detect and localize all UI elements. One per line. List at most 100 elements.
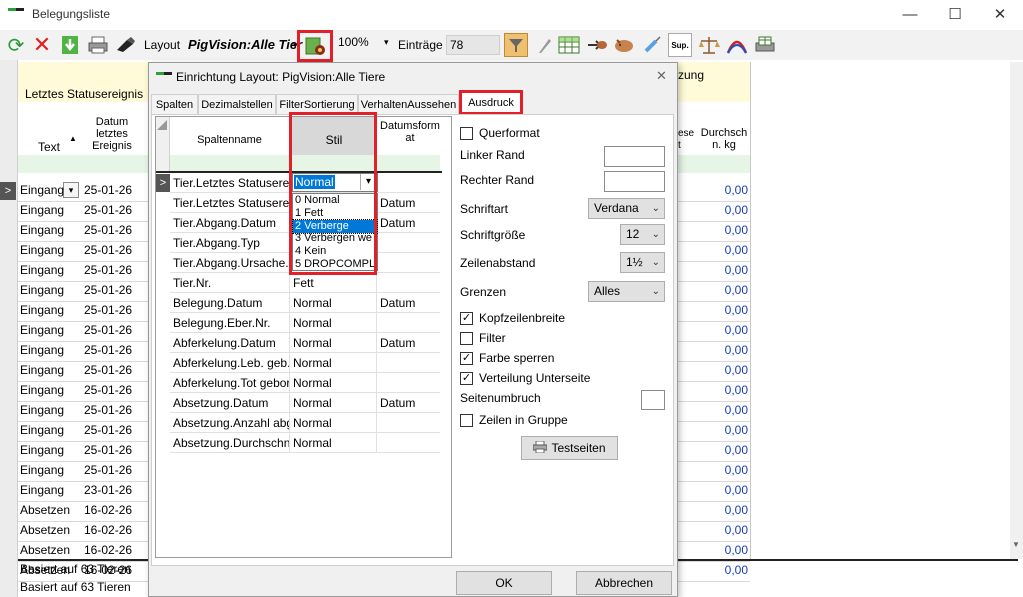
ok-button[interactable]: OK: [456, 571, 552, 595]
grid-cell-name[interactable]: Tier.Letztes Statusereignis: [170, 173, 290, 193]
column-header-ese[interactable]: ese t: [678, 128, 696, 152]
grid-cell-name[interactable]: Tier.Letztes Statusereignis: [170, 193, 290, 213]
filter-icon[interactable]: [504, 33, 528, 57]
grid-cell-datefmt[interactable]: [377, 413, 440, 433]
zeilen-gruppe-checkbox[interactable]: [460, 414, 473, 427]
grid-cell-datefmt[interactable]: Datum: [377, 333, 440, 353]
farbe-sperren-checkbox[interactable]: ✓: [460, 352, 473, 365]
pen-icon[interactable]: [532, 33, 556, 57]
zoom-select[interactable]: 100%: [338, 35, 369, 49]
pig-arrow-icon[interactable]: [585, 33, 609, 57]
grid-cell-style[interactable]: Normal: [290, 313, 377, 333]
schriftgroesse-select[interactable]: 12 ⌄: [620, 224, 665, 245]
layout-setup-icon[interactable]: [303, 33, 327, 57]
row-text[interactable]: Absetzen: [20, 523, 70, 537]
filter-checkbox[interactable]: [460, 332, 473, 345]
row-combo-chevron-down-icon[interactable]: ▾: [63, 182, 79, 198]
row-value[interactable]: 0,00: [698, 243, 748, 257]
grid-cell-datefmt[interactable]: Datum: [377, 393, 440, 413]
row-date[interactable]: 25-01-26: [84, 323, 132, 337]
grid-cell-datefmt[interactable]: [377, 173, 440, 193]
grid-cell-name[interactable]: Abferkelung.Tot geboren: [170, 373, 290, 393]
row-date[interactable]: 25-01-26: [84, 243, 132, 257]
row-value[interactable]: 0,00: [698, 263, 748, 277]
print-table-icon[interactable]: [753, 33, 777, 57]
kopfzeilenbreite-checkbox[interactable]: ✓: [460, 312, 473, 325]
minimize-button[interactable]: —: [895, 4, 925, 26]
layout-select[interactable]: PigVision:Alle Tier: [188, 37, 302, 52]
seitenumbruch-input[interactable]: [641, 390, 665, 410]
row-value[interactable]: 0,00: [698, 523, 748, 537]
grid-cell-datefmt[interactable]: Datum: [377, 213, 440, 233]
rechter-rand-input[interactable]: [604, 171, 665, 192]
grid-cell-style[interactable]: Normal: [290, 293, 377, 313]
row-value[interactable]: 0,00: [698, 363, 748, 377]
cancel-button[interactable]: Abbrechen: [576, 571, 672, 595]
download-icon[interactable]: [58, 33, 82, 57]
grid-row[interactable]: Belegung.Datum Normal Datum: [170, 293, 440, 313]
vertical-scrollbar[interactable]: [1010, 62, 1023, 559]
grid-cell-style[interactable]: Normal: [290, 413, 377, 433]
grenzen-select[interactable]: Alles ⌄: [588, 281, 665, 302]
row-value[interactable]: 0,00: [698, 283, 748, 297]
row-date[interactable]: 25-01-26: [84, 463, 132, 477]
row-text[interactable]: Absetzen: [20, 503, 70, 517]
grid-cell-name[interactable]: Tier.Abgang.Typ: [170, 233, 290, 253]
row-date[interactable]: 25-01-26: [84, 183, 132, 197]
row-value[interactable]: 0,00: [698, 323, 748, 337]
row-text[interactable]: Eingang: [20, 303, 64, 317]
grid-cell-datefmt[interactable]: [377, 253, 440, 273]
zoom-chevron-down-icon[interactable]: ▾: [384, 37, 389, 48]
row-date[interactable]: 25-01-26: [84, 403, 132, 417]
row-date[interactable]: 16-02-26: [84, 503, 132, 517]
schriftart-select[interactable]: Verdana ⌄: [588, 198, 665, 219]
row-value[interactable]: 0,00: [698, 423, 748, 437]
row-date[interactable]: 16-02-26: [84, 543, 132, 557]
row-text[interactable]: Eingang: [20, 203, 64, 217]
grid-cell-style[interactable]: Normal: [290, 353, 377, 373]
testseiten-button[interactable]: Testseiten: [521, 436, 618, 460]
delete-icon[interactable]: ✕: [30, 32, 54, 57]
print-icon[interactable]: [86, 33, 110, 57]
row-value[interactable]: 0,00: [698, 383, 748, 397]
row-date[interactable]: 25-01-26: [84, 203, 132, 217]
row-value[interactable]: 0,00: [698, 443, 748, 457]
row-value[interactable]: 0,00: [698, 503, 748, 517]
grid-cell-datefmt[interactable]: [377, 433, 440, 453]
row-date[interactable]: 25-01-26: [84, 443, 132, 457]
row-text[interactable]: Eingang: [20, 443, 64, 457]
grid-cell-style[interactable]: Fett: [290, 273, 377, 293]
grid-row[interactable]: Abferkelung.Leb. geb. Normal: [170, 353, 440, 373]
grid-cell-datefmt[interactable]: Datum: [377, 293, 440, 313]
grid-cell-name[interactable]: Tier.Nr.: [170, 273, 290, 293]
column-header-date[interactable]: Datum letztes Ereignis: [88, 116, 136, 152]
row-date[interactable]: 25-01-26: [84, 383, 132, 397]
grid-cell-style[interactable]: Normal: [290, 393, 377, 413]
row-text[interactable]: Eingang: [20, 423, 64, 437]
row-date[interactable]: 25-01-26: [84, 303, 132, 317]
querformat-checkbox[interactable]: [460, 127, 473, 140]
grid-row[interactable]: Absetzung.Anzahl abgesetztNormal: [170, 413, 440, 433]
grid-cell-name[interactable]: Belegung.Eber.Nr.: [170, 313, 290, 333]
grid-cell-style[interactable]: Normal: [290, 433, 377, 453]
row-text[interactable]: Eingang: [20, 243, 64, 257]
pig-icon[interactable]: [612, 33, 636, 57]
grid-cell-datefmt[interactable]: [377, 353, 440, 373]
scroll-down-icon[interactable]: ▼: [1012, 540, 1021, 552]
grid-row[interactable]: Abferkelung.Datum Normal Datum: [170, 333, 440, 353]
row-date[interactable]: 25-01-26: [84, 223, 132, 237]
sup-icon[interactable]: Sup.: [668, 33, 692, 57]
row-text[interactable]: Eingang: [20, 263, 64, 277]
syringe-icon[interactable]: [640, 33, 664, 57]
refresh-icon[interactable]: ⟳: [4, 33, 28, 57]
grid-cell-style[interactable]: Normal: [290, 333, 377, 353]
column-header-text[interactable]: Text: [38, 140, 60, 154]
maximize-button[interactable]: ☐: [940, 4, 970, 26]
row-value[interactable]: 0,00: [698, 403, 748, 417]
row-text[interactable]: Eingang: [20, 383, 64, 397]
grid-cell-name[interactable]: Absetzung.Anzahl abgesetzt: [170, 413, 290, 433]
row-text[interactable]: Eingang: [20, 223, 64, 237]
grid-cell-name[interactable]: Belegung.Datum: [170, 293, 290, 313]
grid-cell-datefmt[interactable]: Datum: [377, 193, 440, 213]
entries-field[interactable]: 78: [446, 35, 500, 55]
